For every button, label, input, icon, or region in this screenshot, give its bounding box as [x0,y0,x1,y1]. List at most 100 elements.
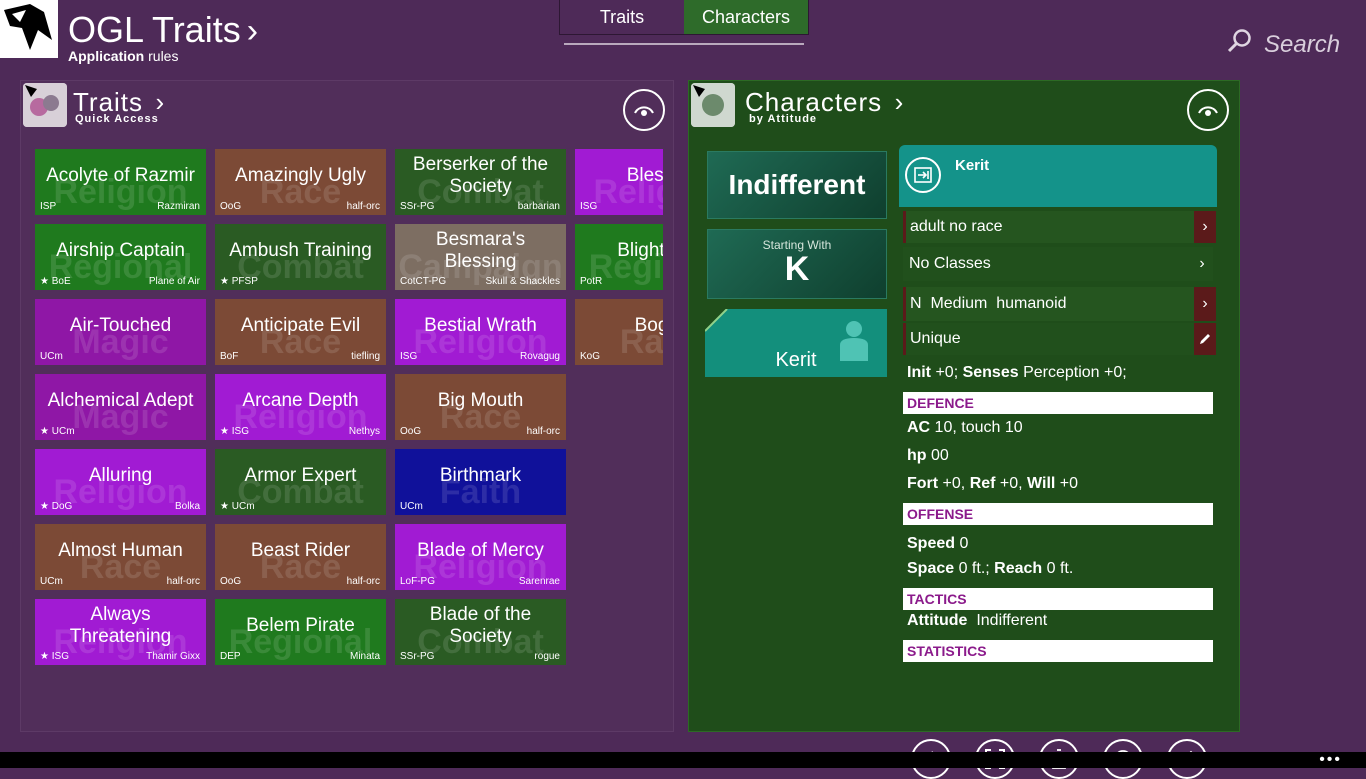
trait-name: Alchemical Adept [47,390,194,411]
trait-tile[interactable]: Race Beast Rider OoG half-orc [215,524,386,590]
tab-underline [564,43,804,45]
unique-row[interactable]: Unique [903,323,1216,355]
trait-tile[interactable]: Combat Berserker of the Society SSr-PG barb… [395,149,566,215]
trait-source: UCm [40,351,63,362]
trait-tag: Razmiran [157,201,200,212]
trait-tile[interactable]: Magic Alchemical Adept ★ UCm [35,374,206,440]
app-bar [0,752,1366,768]
trait-tile[interactable]: Magic Air-Touched UCm [35,299,206,365]
trait-source-text: LoF-PG [400,576,436,587]
alignment-text: N Medium humanoid [910,295,1067,312]
open-button[interactable] [905,157,941,193]
trait-source-text: ISG [400,351,418,362]
trait-tile[interactable]: ReligionBlessedISG [575,149,663,215]
trait-tile[interactable]: Regional Belem Pirate DEP Minata [215,599,386,665]
speed-line: Speed 0 [907,535,968,553]
tab-characters[interactable]: Characters [684,0,808,34]
trait-source-text: BoE [51,276,71,287]
trait-source-text: ISG [51,651,69,662]
trait-source-text: OoG [220,576,242,587]
trait-tile[interactable]: Religion Acolyte of Razmir ISP Razmiran [35,149,206,215]
trait-source-text: ISG [231,426,249,437]
trait-source: UCm [400,501,423,512]
classes-row[interactable]: No Classes › [903,247,1213,281]
trait-source: OoG [400,426,421,437]
will-label: Will [1027,475,1056,492]
trait-tile[interactable]: Regional Airship Captain ★ BoE Plane of Air [35,224,206,290]
trait-source: ★ ISG [220,426,249,437]
offense-header: OFFENSE [903,503,1213,525]
trait-tile[interactable]: RaceBog SKoGkobo [575,299,663,365]
character-tile[interactable]: Kerit [705,309,887,377]
character-detail: Kerit adult no race › No Classes › N Med… [899,145,1217,779]
trait-name: Anticipate Evil [240,315,361,336]
tab-bar: Traits Characters [559,0,809,35]
trait-source-text: OoG [220,201,242,212]
trait-tile[interactable]: Combat Ambush Training ★ PFSP [215,224,386,290]
trait-tag: Thamir Gixx [146,651,200,662]
more-options-icon[interactable]: ••• [1319,751,1342,769]
trait-source: SSr-PG [400,651,434,662]
trait-tile[interactable]: Race Anticipate Evil BoF tiefling [215,299,386,365]
trait-name: Almost Human [58,540,183,561]
trait-tag: rogue [534,651,560,662]
edit-pencil-icon[interactable] [1194,323,1216,355]
trait-tag: barbarian [517,201,560,212]
trait-tile[interactable]: Religion Blade of Mercy LoF-PG Sarenrae [395,524,566,590]
trait-tile[interactable]: Race Almost Human UCm half-orc [35,524,206,590]
trait-tag: half-orc [346,201,380,212]
will-value: +0 [1055,475,1079,492]
trait-tile[interactable]: Campaign Besmara's Blessing CotCT-PG Skull … [395,224,566,290]
attitude-value: Indifferent [967,612,1048,629]
trait-tile[interactable]: Race Amazingly Ugly OoG half-orc [215,149,386,215]
attitude-group-header[interactable]: Indifferent [707,151,887,219]
trait-source-text: CotCT-PG [400,276,447,287]
trait-source: ★ BoE [40,276,71,287]
star-icon: ★ [40,276,52,287]
app-title[interactable]: OGL Traits › [68,10,258,51]
fort-value: +0, [938,475,970,492]
search-icon[interactable] [1226,28,1252,61]
alignment-row[interactable]: N Medium humanoid › [903,287,1216,321]
race-row[interactable]: adult no race › [903,211,1216,243]
tab-traits[interactable]: Traits [560,0,684,34]
trait-source-text: UCm [231,501,255,512]
trait-tile[interactable]: Combat Armor Expert ★ UCm [215,449,386,515]
eye-icon [1198,106,1218,116]
defence-header: DEFENCE [903,392,1213,414]
trait-tile[interactable]: Religion Alluring ★ DoG Bolka [35,449,206,515]
eye-icon [634,106,654,116]
trait-tag: Sarenrae [518,576,560,587]
search-box[interactable]: Search [1226,28,1340,61]
starting-with-group[interactable]: Starting With K [707,229,887,299]
trait-tag: half-orc [346,576,380,587]
star-icon: ★ [220,276,232,287]
race-text: adult no race [910,218,1003,235]
trait-source: ★ DoG [40,501,72,512]
trait-tile[interactable]: Combat Blade of the Society SSr-PG rogue [395,599,566,665]
trait-tile[interactable]: RegionalBlighted PPotR [575,224,663,290]
trait-name: Amazingly Ugly [235,165,366,186]
trait-source-text: KoG [580,351,601,362]
character-detail-header: Kerit [899,145,1217,207]
trait-source: ★ UCm [220,501,255,512]
ref-value: +0, [995,475,1028,492]
view-button[interactable] [623,89,665,131]
trait-source-text: PotR [580,276,603,287]
trait-tile[interactable]: Race Big Mouth OoG half-orc [395,374,566,440]
view-button[interactable] [1187,89,1229,131]
space-label: Space [907,560,955,577]
speed-label: Speed [907,535,956,552]
trait-tile[interactable]: Religion Arcane Depth ★ ISG Nethys [215,374,386,440]
search-label[interactable]: Search [1264,31,1340,59]
speed-value: 0 [955,535,969,552]
trait-tile[interactable]: Religion Always Threatening ★ ISG Thamir Gi… [35,599,206,665]
trait-name: Bestial Wrath [424,315,537,336]
trait-name: Berserker of the Society [412,154,549,197]
trait-tile[interactable]: Religion Bestial Wrath ISG Rovagug [395,299,566,365]
hp-label: hp [907,447,927,464]
ref-label: Ref [969,475,996,492]
trait-tile[interactable]: Faith Birthmark UCm [395,449,566,515]
classes-text: No Classes [909,255,991,272]
characters-panel-icon [691,83,735,127]
